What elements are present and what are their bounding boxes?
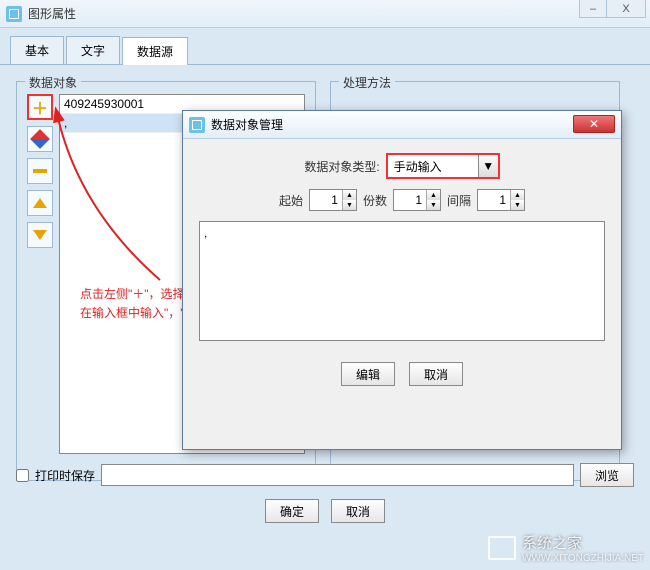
value-textarea[interactable] [199, 221, 605, 341]
start-down[interactable]: ▼ [343, 200, 356, 210]
close-button[interactable]: X [606, 0, 646, 18]
legend-data-objects: 数据对象 [25, 74, 81, 91]
minus-icon [33, 169, 47, 173]
copies-up[interactable]: ▲ [427, 190, 440, 200]
watermark-url: WWW.XITONGZHIJIA.NET [522, 553, 644, 564]
pen-icon [30, 129, 50, 149]
type-combobox[interactable]: ▼ [386, 153, 500, 179]
modal-close-button[interactable]: ✕ [573, 115, 615, 133]
interval-label: 间隔 [447, 192, 471, 209]
window-titlebar: 图形属性 – X [0, 0, 650, 28]
plus-icon: ＋ [32, 95, 48, 119]
numbers-row: 起始 ▲▼ 份数 ▲▼ 间隔 ▲▼ [199, 189, 605, 211]
type-label: 数据对象类型: [304, 158, 379, 175]
watermark-logo-icon [488, 536, 516, 560]
start-input[interactable] [310, 190, 342, 210]
move-up-button[interactable] [27, 190, 53, 216]
interval-spinner[interactable]: ▲▼ [477, 189, 525, 211]
move-down-button[interactable] [27, 222, 53, 248]
copies-input[interactable] [394, 190, 426, 210]
data-object-manage-dialog: 数据对象管理 ✕ 数据对象类型: ▼ 起始 ▲▼ 份数 ▲▼ 间隔 [182, 110, 622, 450]
start-spinner[interactable]: ▲▼ [309, 189, 357, 211]
arrow-up-icon [33, 198, 47, 208]
modal-title: 数据对象管理 [211, 116, 283, 133]
edit-button[interactable] [27, 126, 53, 152]
watermark-name: 系统之家 [522, 532, 644, 553]
print-save-checkbox[interactable] [16, 469, 29, 482]
print-save-label: 打印时保存 [35, 467, 95, 484]
modal-cancel-button[interactable]: 取消 [409, 362, 463, 386]
start-label: 起始 [279, 192, 303, 209]
interval-input[interactable] [478, 190, 510, 210]
minimize-button[interactable]: – [579, 0, 607, 18]
app-icon [6, 6, 22, 22]
tab-strip: 基本 文字 数据源 [0, 28, 650, 65]
tab-datasource[interactable]: 数据源 [122, 37, 188, 65]
modal-app-icon [189, 117, 205, 133]
start-up[interactable]: ▲ [343, 190, 356, 200]
ok-button[interactable]: 确定 [265, 499, 319, 523]
type-dropdown-button[interactable]: ▼ [478, 155, 498, 177]
type-input[interactable] [388, 155, 478, 177]
interval-down[interactable]: ▼ [511, 200, 524, 210]
copies-spinner[interactable]: ▲▼ [393, 189, 441, 211]
tab-text[interactable]: 文字 [66, 36, 120, 64]
window-controls: – X [580, 0, 646, 18]
modal-titlebar: 数据对象管理 ✕ [183, 111, 621, 139]
bottom-row: 打印时保存 浏览 [16, 463, 634, 487]
modal-buttons: 编辑 取消 [199, 362, 605, 386]
remove-button[interactable] [27, 158, 53, 184]
copies-label: 份数 [363, 192, 387, 209]
vertical-toolbar: ＋ [27, 94, 53, 254]
window-title: 图形属性 [28, 5, 644, 22]
path-input[interactable] [101, 464, 574, 486]
modal-body: 数据对象类型: ▼ 起始 ▲▼ 份数 ▲▼ 间隔 ▲▼ [183, 139, 621, 400]
type-row: 数据对象类型: ▼ [199, 153, 605, 179]
copies-down[interactable]: ▼ [427, 200, 440, 210]
add-button[interactable]: ＋ [27, 94, 53, 120]
legend-processing: 处理方法 [339, 74, 395, 91]
browse-button[interactable]: 浏览 [580, 463, 634, 487]
interval-up[interactable]: ▲ [511, 190, 524, 200]
cancel-button[interactable]: 取消 [331, 499, 385, 523]
dialog-buttons: 确定 取消 [0, 499, 650, 523]
modal-edit-button[interactable]: 编辑 [341, 362, 395, 386]
watermark: 系统之家 WWW.XITONGZHIJIA.NET [488, 532, 644, 564]
tab-basic[interactable]: 基本 [10, 36, 64, 64]
arrow-down-icon [33, 230, 47, 240]
